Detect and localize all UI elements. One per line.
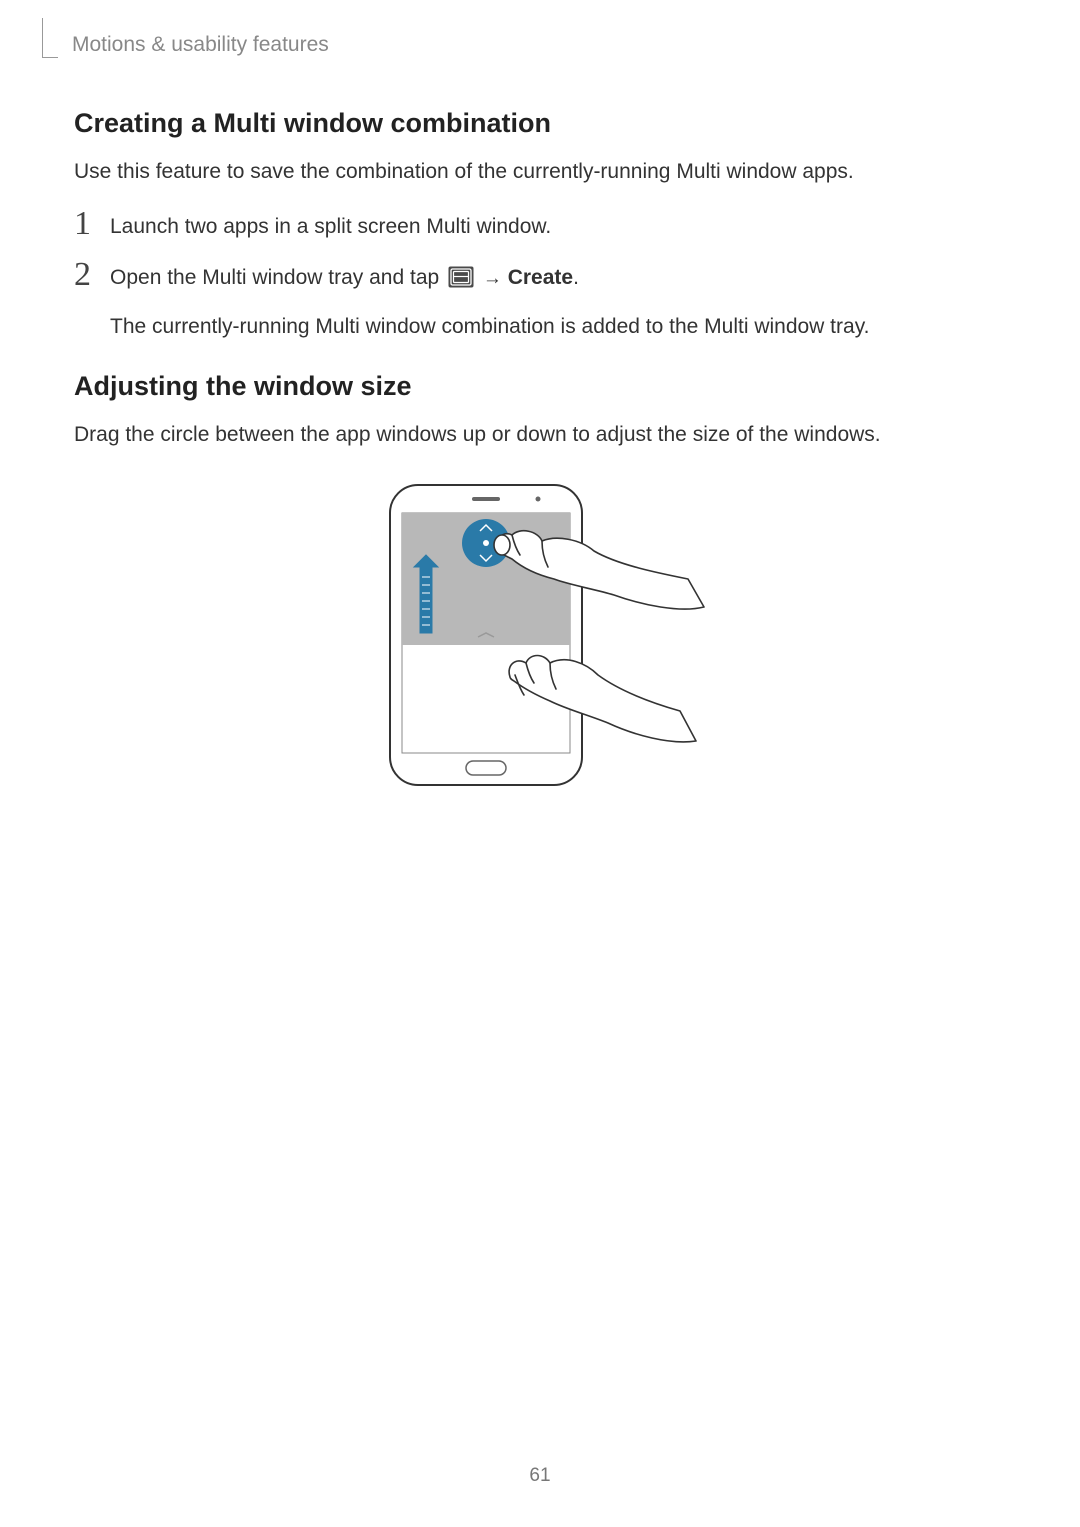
- create-label: Create: [508, 266, 573, 289]
- phone-drag-illustration: [370, 477, 710, 797]
- step-text-prefix: Open the Multi window tray and tap: [110, 266, 445, 289]
- step-2: 2 Open the Multi window tray and tap → C…: [74, 258, 1006, 343]
- section-heading-adjusting: Adjusting the window size: [74, 371, 1006, 402]
- section-body: Drag the circle between the app windows …: [74, 420, 1006, 450]
- section-intro: Use this feature to save the combination…: [74, 157, 1006, 187]
- step-continuation: The currently-running Multi window combi…: [110, 311, 869, 344]
- tray-icon: [448, 266, 474, 299]
- header-corner-mark: [42, 18, 58, 58]
- step-text: Open the Multi window tray and tap → Cre…: [110, 258, 869, 343]
- section-heading-creating: Creating a Multi window combination: [74, 108, 1006, 139]
- section-adjusting: Adjusting the window size Drag the circl…: [74, 371, 1006, 796]
- breadcrumb: Motions & usability features: [72, 33, 329, 57]
- page-number: 61: [0, 1465, 1080, 1487]
- step-number: 2: [74, 258, 96, 292]
- arrow-icon: →: [483, 268, 502, 289]
- step-text: Launch two apps in a split screen Multi …: [110, 207, 551, 244]
- period: .: [573, 266, 579, 289]
- step-number: 1: [74, 207, 96, 241]
- page-content: Creating a Multi window combination Use …: [74, 108, 1006, 797]
- step-1: 1 Launch two apps in a split screen Mult…: [74, 207, 1006, 244]
